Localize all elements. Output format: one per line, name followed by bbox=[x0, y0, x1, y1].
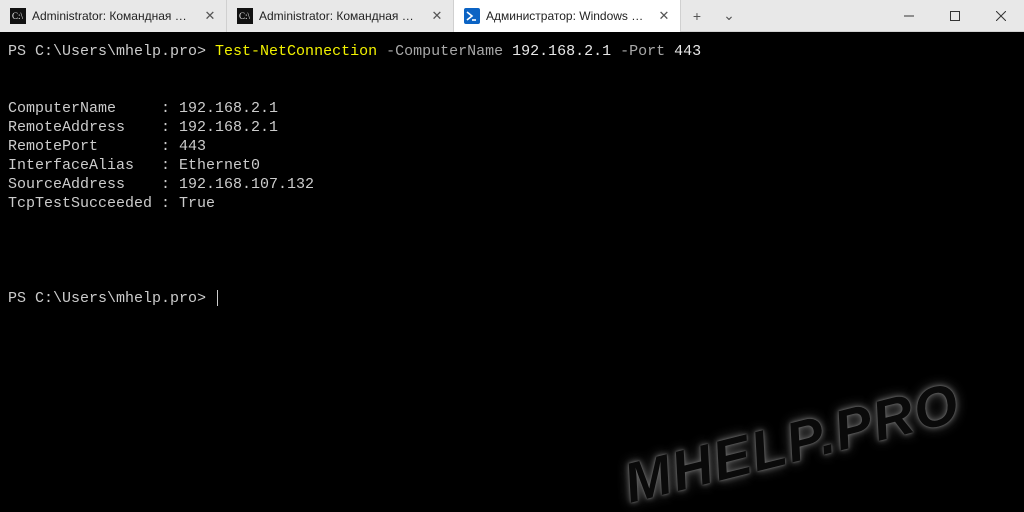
maximize-icon bbox=[950, 11, 960, 21]
cmd-icon: C:\ bbox=[237, 8, 253, 24]
terminal-window: C:\ Administrator: Командная стро ✕ C:\ … bbox=[0, 0, 1024, 512]
cmd-icon: C:\ bbox=[10, 8, 26, 24]
command-arg: -Port bbox=[611, 43, 674, 60]
output-block: ComputerName : 192.168.2.1 RemoteAddress… bbox=[8, 61, 1016, 270]
tab-cmd-2[interactable]: C:\ Administrator: Командная стро ✕ bbox=[227, 0, 454, 32]
svg-text:C:\: C:\ bbox=[12, 11, 24, 21]
close-window-icon bbox=[996, 11, 1006, 21]
maximize-button[interactable] bbox=[932, 0, 978, 32]
new-tab-button[interactable]: + bbox=[681, 0, 713, 32]
command-name: Test-NetConnection bbox=[215, 43, 377, 60]
tab-dropdown-button[interactable]: ⌄ bbox=[713, 0, 745, 32]
titlebar: C:\ Administrator: Командная стро ✕ C:\ … bbox=[0, 0, 1024, 32]
close-icon[interactable]: ✕ bbox=[429, 8, 445, 24]
close-icon[interactable]: ✕ bbox=[656, 8, 672, 24]
window-controls bbox=[886, 0, 1024, 31]
tab-strip: C:\ Administrator: Командная стро ✕ C:\ … bbox=[0, 0, 681, 31]
command-value: 443 bbox=[674, 43, 701, 60]
powershell-icon bbox=[464, 8, 480, 24]
tab-label: Администратор: Windows Pow bbox=[486, 9, 646, 23]
command-value: 192.168.2.1 bbox=[512, 43, 611, 60]
tab-cmd-1[interactable]: C:\ Administrator: Командная стро ✕ bbox=[0, 0, 227, 32]
minimize-icon bbox=[904, 11, 914, 21]
tab-label: Administrator: Командная стро bbox=[259, 9, 419, 23]
text-cursor bbox=[217, 290, 218, 306]
command-arg: -ComputerName bbox=[377, 43, 512, 60]
prompt-line-2: PS C:\Users\mhelp.pro> bbox=[8, 290, 215, 307]
tab-actions: + ⌄ bbox=[681, 0, 745, 31]
svg-text:C:\: C:\ bbox=[239, 11, 251, 21]
prompt-line-1: PS C:\Users\mhelp.pro> bbox=[8, 43, 215, 60]
close-icon[interactable]: ✕ bbox=[202, 8, 218, 24]
watermark-text: MHELP.PRO bbox=[623, 392, 961, 494]
tab-powershell[interactable]: Администратор: Windows Pow ✕ bbox=[454, 0, 681, 32]
close-window-button[interactable] bbox=[978, 0, 1024, 32]
tab-label: Administrator: Командная стро bbox=[32, 9, 192, 23]
minimize-button[interactable] bbox=[886, 0, 932, 32]
terminal-body[interactable]: PS C:\Users\mhelp.pro> Test-NetConnectio… bbox=[0, 32, 1024, 512]
titlebar-spacer bbox=[745, 0, 886, 31]
